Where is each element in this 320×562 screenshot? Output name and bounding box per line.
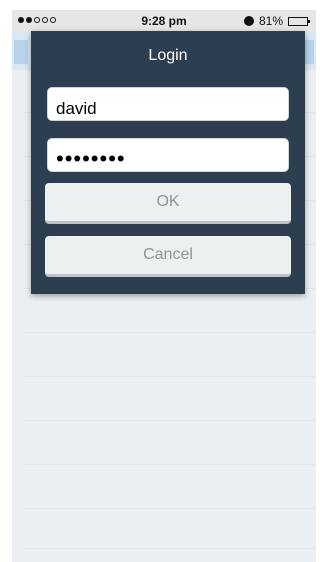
ok-button[interactable]: OK (45, 183, 291, 224)
list-divider (24, 548, 316, 549)
status-right: 81% (243, 14, 310, 28)
list-divider (24, 376, 316, 377)
battery-icon (288, 16, 310, 26)
username-field[interactable] (48, 88, 288, 120)
login-dialog: Login OK Cancel (31, 31, 305, 294)
cancel-button[interactable]: Cancel (45, 236, 291, 277)
username-field-wrapper (47, 87, 289, 121)
list-divider (24, 464, 316, 465)
header-left-button[interactable] (14, 40, 28, 64)
list-divider (24, 508, 316, 509)
password-field[interactable] (48, 139, 288, 171)
alarm-icon (243, 16, 254, 26)
device-screen: 9:28 pm 81% Login david OK Cancel (0, 0, 316, 562)
list-divider (24, 420, 316, 421)
list-divider (24, 332, 316, 333)
password-field-wrapper (47, 138, 289, 172)
status-bar: 9:28 pm 81% (12, 10, 316, 32)
dialog-title: Login (148, 47, 188, 64)
battery-percent: 81% (258, 14, 283, 28)
